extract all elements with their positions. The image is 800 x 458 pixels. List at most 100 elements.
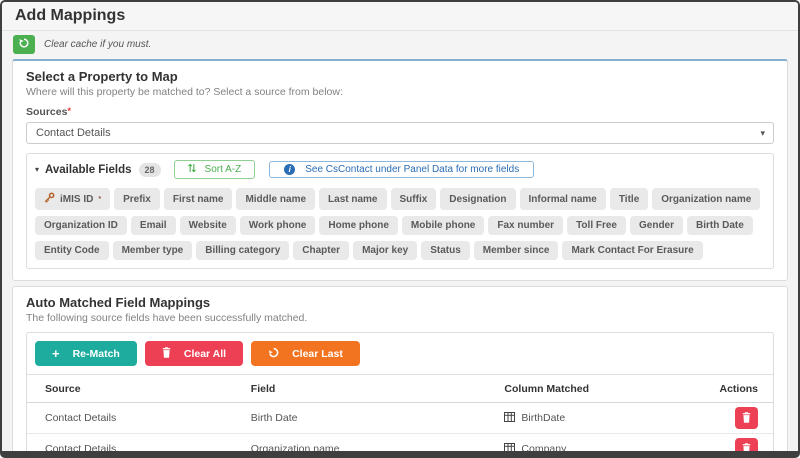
field-chip[interactable]: Chapter (293, 241, 349, 260)
required-marker: * (67, 106, 71, 116)
clear-all-button[interactable]: Clear All (145, 341, 243, 366)
field-chip[interactable]: Mobile phone (402, 216, 484, 235)
cell-column-matched: Company (504, 434, 713, 458)
caret-down-icon: ▾ (35, 165, 39, 174)
field-chip[interactable]: First name (164, 188, 233, 210)
field-chip-label: Chapter (302, 245, 340, 256)
field-chip[interactable]: Major key (353, 241, 417, 260)
select-property-card: Select a Property to Map Where will this… (12, 59, 788, 281)
table-row: Contact DetailsBirth Date BirthDate (27, 403, 773, 434)
page-title: Add Mappings (15, 7, 786, 25)
cell-source: Contact Details (27, 434, 251, 458)
field-chip[interactable]: Status (421, 241, 470, 260)
cscontact-info-button[interactable]: i See CsContact under Panel Data for mor… (269, 161, 534, 178)
clear-all-label: Clear All (184, 348, 226, 360)
trash-icon (162, 347, 171, 361)
field-chip[interactable]: Middle name (236, 188, 315, 210)
column-matched-label: BirthDate (521, 412, 565, 424)
field-chip[interactable]: Gender (630, 216, 683, 235)
field-chip[interactable]: Entity Code (35, 241, 109, 260)
auto-matched-subtitle: The following source fields have been su… (26, 312, 774, 324)
cell-source: Contact Details (27, 403, 251, 434)
clear-cache-text: Clear cache if you must. (44, 39, 151, 50)
delete-mapping-button[interactable] (735, 438, 758, 458)
auto-matched-title: Auto Matched Field Mappings (26, 295, 774, 310)
trash-icon (742, 411, 751, 426)
field-chip-label: Billing category (205, 245, 280, 256)
field-chip-label: Suffix (400, 194, 428, 205)
field-chip[interactable]: Organization ID (35, 216, 127, 235)
available-fields-header: ▾ Available Fields 28 Sort A-Z i See CsC… (35, 160, 765, 179)
field-chip[interactable]: Suffix (391, 188, 437, 210)
available-fields-toggle[interactable]: ▾ Available Fields (35, 164, 132, 176)
field-chip-label: Last name (328, 194, 377, 205)
field-chip[interactable]: Title (610, 188, 648, 210)
clear-cache-button[interactable] (13, 35, 35, 54)
field-chip-list: iMIS ID* Prefix First name Middle name Last … (35, 188, 765, 260)
field-chip[interactable]: Work phone (240, 216, 316, 235)
page-header: Add Mappings (2, 2, 798, 31)
trash-icon (742, 442, 751, 457)
field-chip[interactable]: Birth Date (687, 216, 753, 235)
cell-column-matched: BirthDate (504, 403, 713, 434)
mappings-table: Source Field Column Matched Actions Cont… (27, 374, 773, 458)
matched-mappings-box: + Re-Match Clear All (26, 332, 774, 458)
field-chip[interactable]: Mark Contact For Erasure (562, 241, 702, 260)
field-chip[interactable]: Billing category (196, 241, 289, 260)
field-chip-label: Toll Free (576, 220, 617, 231)
rematch-button[interactable]: + Re-Match (35, 341, 137, 366)
auto-matched-card: Auto Matched Field Mappings The followin… (12, 286, 788, 458)
field-chip[interactable]: Member type (113, 241, 193, 260)
clear-last-label: Clear Last (292, 348, 343, 360)
field-chip[interactable]: Organization name (652, 188, 760, 210)
field-chip[interactable]: Home phone (319, 216, 398, 235)
cell-actions (713, 434, 773, 458)
column-matched-label: Company (521, 443, 566, 455)
field-chip[interactable]: Designation (440, 188, 515, 210)
sources-select[interactable]: Contact Details ▾ (26, 122, 774, 144)
plus-icon: + (52, 346, 60, 361)
field-chip-label: Informal name (529, 194, 597, 205)
cell-field: Organization name (251, 434, 505, 458)
field-chip[interactable]: Website (180, 216, 236, 235)
field-chip-label: Prefix (123, 194, 151, 205)
table-row: Contact DetailsOrganization name Company (27, 434, 773, 458)
fields-count-badge: 28 (139, 163, 161, 177)
key-icon (44, 192, 55, 206)
delete-mapping-button[interactable] (735, 407, 758, 429)
sort-az-button[interactable]: Sort A-Z (174, 160, 256, 179)
field-chip[interactable]: Informal name (520, 188, 606, 210)
field-chip[interactable]: Last name (319, 188, 386, 210)
field-chip[interactable]: Member since (474, 241, 559, 260)
field-chip-label: Member type (122, 245, 184, 256)
field-chip-label: Email (140, 220, 167, 231)
cell-field: Birth Date (251, 403, 505, 434)
sort-az-label: Sort A-Z (205, 164, 242, 175)
rematch-label: Re-Match (73, 348, 120, 360)
required-marker: * (98, 196, 101, 203)
field-chip-label: First name (173, 194, 224, 205)
clear-cache-row: Clear cache if you must. (2, 31, 798, 59)
field-chip[interactable]: Email (131, 216, 176, 235)
available-fields-box: ▾ Available Fields 28 Sort A-Z i See CsC… (26, 153, 774, 269)
field-chip-label: Mark Contact For Erasure (571, 245, 693, 256)
field-chip[interactable]: Toll Free (567, 216, 626, 235)
undo-icon (268, 347, 279, 361)
col-header-column-matched: Column Matched (504, 375, 713, 403)
field-chip-label: Home phone (328, 220, 389, 231)
field-chip[interactable]: iMIS ID* (35, 188, 110, 210)
field-chip-label: Organization name (661, 194, 751, 205)
clear-last-button[interactable]: Clear Last (251, 341, 360, 366)
field-chip[interactable]: Prefix (114, 188, 160, 210)
table-grid-icon (504, 443, 515, 456)
field-chip-label: Entity Code (44, 245, 100, 256)
field-chip-label: Work phone (249, 220, 307, 231)
sort-icon (188, 163, 196, 176)
chevron-down-icon: ▾ (760, 128, 765, 139)
field-chip-label: Fax number (497, 220, 554, 231)
field-chip-label: Gender (639, 220, 674, 231)
select-property-title: Select a Property to Map (26, 69, 774, 84)
info-icon: i (284, 164, 295, 175)
field-chip[interactable]: Fax number (488, 216, 563, 235)
table-grid-icon (504, 412, 515, 425)
